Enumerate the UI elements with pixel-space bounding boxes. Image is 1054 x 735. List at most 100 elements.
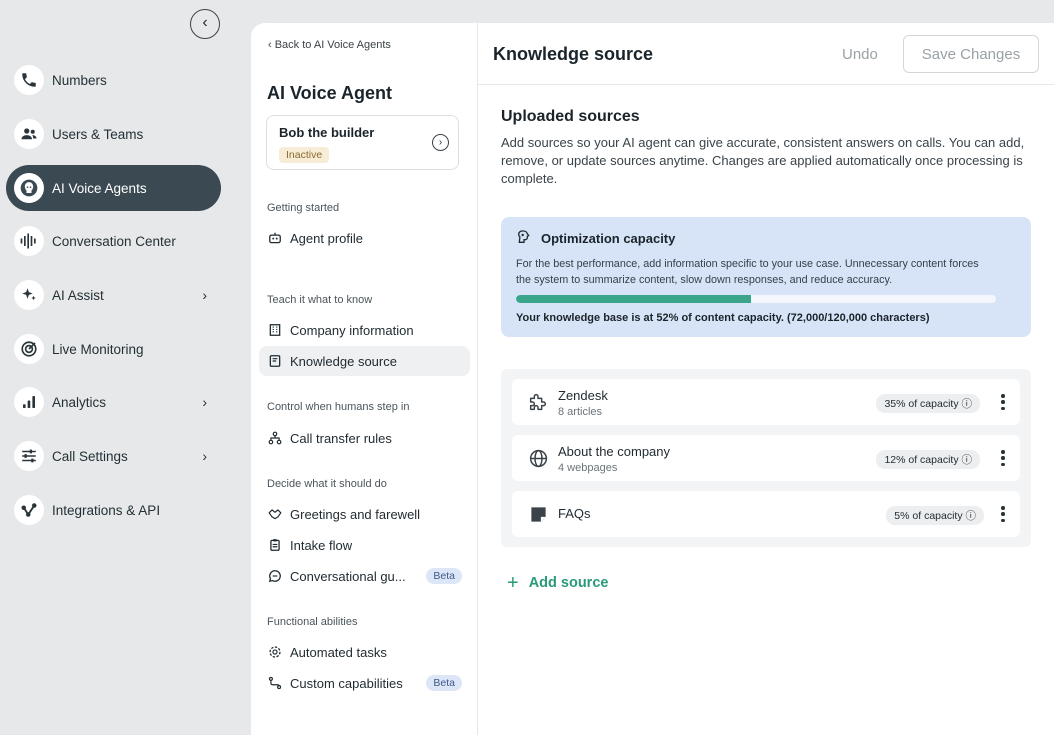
source-name: Zendesk — [558, 388, 608, 403]
main-nav: ‹ Numbers Users & Teams AI Voice Agents … — [0, 0, 240, 735]
beta-badge: Beta — [426, 675, 462, 691]
collapse-nav-button[interactable]: ‹ — [190, 9, 220, 39]
integration-icon — [14, 495, 44, 525]
chevron-left-icon: ‹ — [202, 14, 208, 31]
bar-chart-icon — [14, 387, 44, 417]
menu-item-custom-capabilities[interactable]: Custom capabilities Beta — [259, 668, 470, 698]
nav-item-label: Integrations & API — [52, 502, 161, 518]
agent-settings-panel: ‹ Back to AI Voice Agents AI Voice Agent… — [251, 23, 478, 735]
nav-item-numbers[interactable]: Numbers — [6, 57, 221, 103]
nav-item-label: Numbers — [52, 72, 107, 88]
nav-item-label: AI Assist — [52, 287, 104, 303]
add-source-label: Add source — [528, 575, 609, 591]
section-heading: Teach it what to know — [267, 294, 373, 306]
source-name: About the company — [558, 444, 671, 459]
chat-bubble-icon — [267, 568, 283, 584]
capacity-progress-bar — [516, 295, 996, 303]
sliders-icon — [14, 441, 44, 471]
menu-item-greetings-farewell[interactable]: Greetings and farewell — [259, 499, 470, 529]
undo-button[interactable]: Undo — [842, 46, 878, 63]
nav-item-label: Call Settings — [52, 448, 128, 464]
users-icon — [14, 119, 44, 149]
menu-item-label: Knowledge source — [290, 353, 397, 369]
puzzle-icon — [527, 391, 549, 413]
nav-item-label: Conversation Center — [52, 233, 176, 249]
plus-icon: + — [507, 572, 519, 594]
page-title: Knowledge source — [493, 44, 654, 64]
source-row-faqs[interactable]: FAQs 5% of capacity ⓘ — [512, 491, 1020, 537]
agent-name: Bob the builder — [279, 125, 375, 140]
source-row-zendesk[interactable]: Zendesk 8 articles 35% of capacity ⓘ — [512, 379, 1020, 425]
chevron-right-circle-icon[interactable]: › — [432, 134, 449, 151]
section-heading: Control when humans step in — [267, 401, 410, 413]
nav-item-label: Analytics — [52, 394, 107, 410]
waveform-icon — [14, 226, 44, 256]
hierarchy-icon — [267, 430, 283, 446]
nav-item-call-settings[interactable]: Call Settings › — [6, 433, 221, 479]
book-icon — [267, 353, 283, 369]
section-heading: Decide what it should do — [267, 478, 387, 490]
back-link[interactable]: ‹ Back to AI Voice Agents — [268, 39, 391, 51]
section-heading: Functional abilities — [267, 616, 358, 628]
brain-gear-icon — [516, 229, 532, 250]
menu-item-conversational-guidelines[interactable]: Conversational gu... Beta — [259, 561, 470, 591]
menu-item-label: Greetings and farewell — [290, 506, 421, 522]
capacity-title: Optimization capacity — [541, 231, 676, 246]
menu-item-label: Company information — [290, 322, 414, 338]
menu-item-agent-profile[interactable]: Agent profile — [259, 223, 470, 253]
panel-header: Knowledge source Undo Save Changes — [478, 23, 1054, 85]
source-count: 8 articles — [558, 406, 603, 418]
gear-icon — [267, 644, 283, 660]
menu-item-label: Intake flow — [290, 537, 353, 553]
menu-item-label: Agent profile — [290, 230, 363, 246]
menu-item-call-transfer-rules[interactable]: Call transfer rules — [259, 423, 470, 453]
nav-item-label: Live Monitoring — [52, 341, 144, 357]
nav-item-ai-assist[interactable]: AI Assist › — [6, 272, 221, 318]
save-changes-button[interactable]: Save Changes — [903, 35, 1039, 73]
menu-item-label: Automated tasks — [290, 644, 387, 660]
add-source-button[interactable]: + Add source — [507, 573, 608, 593]
capacity-status: Your knowledge base is at 52% of content… — [516, 312, 930, 324]
source-name: FAQs — [558, 506, 591, 521]
sources-list: Zendesk 8 articles 35% of capacity ⓘ Abo… — [501, 369, 1031, 547]
beta-badge: Beta — [426, 568, 462, 584]
building-icon — [267, 322, 283, 338]
optimization-capacity-card: Optimization capacity For the best perfo… — [501, 217, 1031, 337]
capacity-badge: 5% of capacity ⓘ — [886, 506, 984, 525]
capacity-badge: 35% of capacity ⓘ — [876, 394, 980, 413]
capacity-progress-fill — [516, 295, 752, 303]
menu-item-automated-tasks[interactable]: Automated tasks — [259, 637, 470, 667]
more-options-icon[interactable] — [998, 392, 1008, 412]
globe-icon — [527, 447, 549, 469]
agent-card[interactable]: Bob the builder Inactive › — [266, 115, 459, 170]
source-row-about-company[interactable]: About the company 4 webpages 12% of capa… — [512, 435, 1020, 481]
nav-item-label: Users & Teams — [52, 126, 144, 142]
handshake-icon — [267, 506, 283, 522]
nav-item-live-monitoring[interactable]: Live Monitoring — [6, 326, 221, 372]
monitor-icon — [14, 334, 44, 364]
clipboard-icon — [267, 537, 283, 553]
menu-item-intake-flow[interactable]: Intake flow — [259, 530, 470, 560]
menu-item-knowledge-source[interactable]: Knowledge source — [259, 346, 470, 376]
sparkle-icon — [14, 280, 44, 310]
nav-item-users-teams[interactable]: Users & Teams — [6, 111, 221, 157]
phone-icon — [14, 65, 44, 95]
menu-item-label: Conversational gu... — [290, 568, 406, 584]
menu-item-label: Custom capabilities — [290, 675, 403, 691]
route-icon — [267, 675, 283, 691]
knowledge-source-panel: Knowledge source Undo Save Changes Uploa… — [478, 23, 1054, 735]
nav-item-label: AI Voice Agents — [52, 180, 147, 196]
capacity-description: For the best performance, add informatio… — [516, 258, 979, 286]
chevron-right-icon: › — [202, 287, 207, 303]
nav-item-conversation-center[interactable]: Conversation Center — [6, 218, 221, 264]
nav-item-ai-voice-agents[interactable]: AI Voice Agents — [6, 165, 221, 211]
nav-item-analytics[interactable]: Analytics › — [6, 379, 221, 425]
more-options-icon[interactable] — [998, 504, 1008, 524]
ai-agent-icon — [14, 173, 44, 203]
nav-item-integrations-api[interactable]: Integrations & API — [6, 487, 221, 533]
chevron-right-icon: › — [202, 394, 207, 410]
more-options-icon[interactable] — [998, 448, 1008, 468]
section-title: Uploaded sources — [501, 108, 640, 125]
status-badge: Inactive — [279, 147, 330, 163]
menu-item-company-information[interactable]: Company information — [259, 315, 470, 345]
